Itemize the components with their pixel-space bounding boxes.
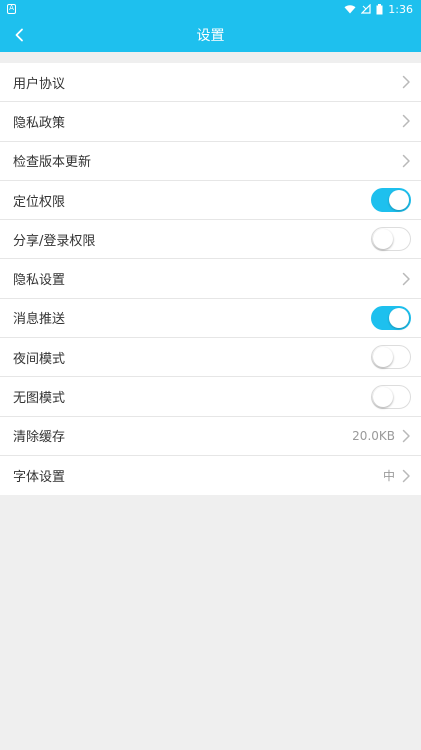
chevron-right-icon <box>401 429 411 443</box>
page-title: 设置 <box>196 28 225 44</box>
settings-row-trailing: 20.0KB <box>352 429 411 443</box>
signal-off-icon <box>361 4 371 14</box>
toggle-knob <box>373 347 393 368</box>
settings-row-label: 用户协议 <box>13 76 66 92</box>
settings-row-trailing <box>371 384 411 409</box>
toggle-switch[interactable] <box>371 227 411 252</box>
toggle-switch[interactable] <box>371 345 411 370</box>
settings-row[interactable]: 字体设置 中 <box>0 455 421 496</box>
chevron-right-icon <box>401 469 411 483</box>
settings-row-label: 无图模式 <box>13 391 66 407</box>
settings-row[interactable]: 分享/登录权限 <box>0 220 421 260</box>
chevron-right-icon <box>401 114 411 128</box>
settings-row-value: 20.0KB <box>352 428 395 443</box>
toggle-knob <box>389 307 409 328</box>
settings-row-trailing <box>371 305 411 330</box>
settings-row-value: 中 <box>382 469 395 484</box>
toggle-knob <box>389 190 409 211</box>
toggle-switch[interactable] <box>371 305 411 330</box>
settings-row-trailing <box>371 227 411 252</box>
settings-list: 用户协议隐私政策检查版本更新 定位权限分享/登录权限 隐私设置消息推送夜间模式无图模… <box>0 63 421 496</box>
settings-row[interactable]: 隐私设置 <box>0 259 421 299</box>
settings-row-trailing <box>371 188 411 213</box>
toggle-knob <box>373 229 393 250</box>
settings-row[interactable]: 无图模式 <box>0 377 421 417</box>
settings-row[interactable]: 消息推送 <box>0 298 421 339</box>
settings-row[interactable]: 隐私政策 <box>0 102 421 142</box>
status-bar-right: 1:36 <box>344 3 413 16</box>
toggle-switch[interactable] <box>371 188 411 213</box>
settings-row[interactable]: 夜间模式 <box>0 338 421 378</box>
chevron-right-icon <box>401 272 411 286</box>
chevron-right-icon <box>401 75 411 89</box>
settings-row-label: 检查版本更新 <box>13 155 92 171</box>
settings-row-trailing <box>401 114 411 128</box>
settings-row-label: 隐私政策 <box>13 115 66 131</box>
clock-time: 1:36 <box>388 2 413 16</box>
toggle-knob <box>373 386 393 407</box>
status-bar-left: A <box>7 4 16 14</box>
battery-icon <box>376 3 383 14</box>
settings-row[interactable]: 清除缓存 20.0KB <box>0 416 421 456</box>
app-bar: 设置 <box>0 18 421 52</box>
settings-row-label: 消息推送 <box>13 312 66 328</box>
status-bar: A 1:36 <box>0 0 421 18</box>
settings-row-trailing: 中 <box>383 467 411 484</box>
settings-row[interactable]: 用户协议 <box>0 63 421 103</box>
settings-row[interactable]: 检查版本更新 <box>0 141 421 181</box>
settings-row-label: 定位权限 <box>13 194 66 210</box>
settings-row-label: 字体设置 <box>13 470 66 486</box>
chevron-right-icon <box>401 154 411 168</box>
settings-row-trailing <box>401 75 411 89</box>
settings-row-label: 隐私设置 <box>13 273 66 289</box>
back-chevron-icon <box>15 28 23 42</box>
settings-row-trailing <box>401 272 411 286</box>
settings-row-trailing <box>401 154 411 168</box>
wifi-icon <box>344 5 356 14</box>
toggle-switch[interactable] <box>371 384 411 409</box>
notification-box-icon: A <box>7 4 16 14</box>
settings-row[interactable]: 定位权限 <box>0 180 421 221</box>
settings-row-label: 分享/登录权限 <box>13 233 96 249</box>
settings-row-label: 清除缓存 <box>13 430 66 446</box>
settings-row-label: 夜间模式 <box>13 351 66 367</box>
settings-row-trailing <box>371 345 411 370</box>
back-button[interactable] <box>10 26 28 44</box>
